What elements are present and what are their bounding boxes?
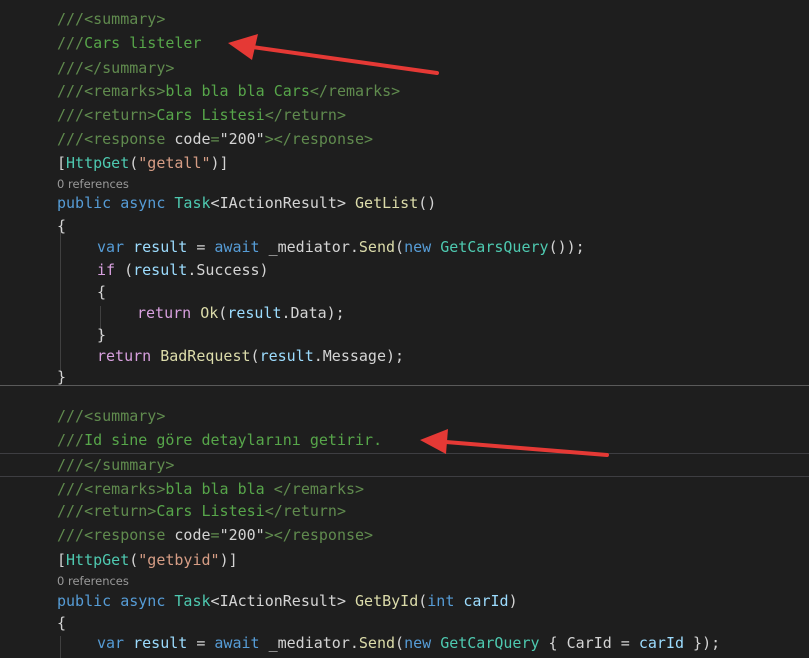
- annotation-arrows: [228, 34, 609, 457]
- annotation-arrow-1: [228, 34, 439, 75]
- code-editor[interactable]: ///<summary>///Cars listeler///</summary…: [0, 0, 809, 658]
- annotation-arrow-2: [420, 429, 609, 457]
